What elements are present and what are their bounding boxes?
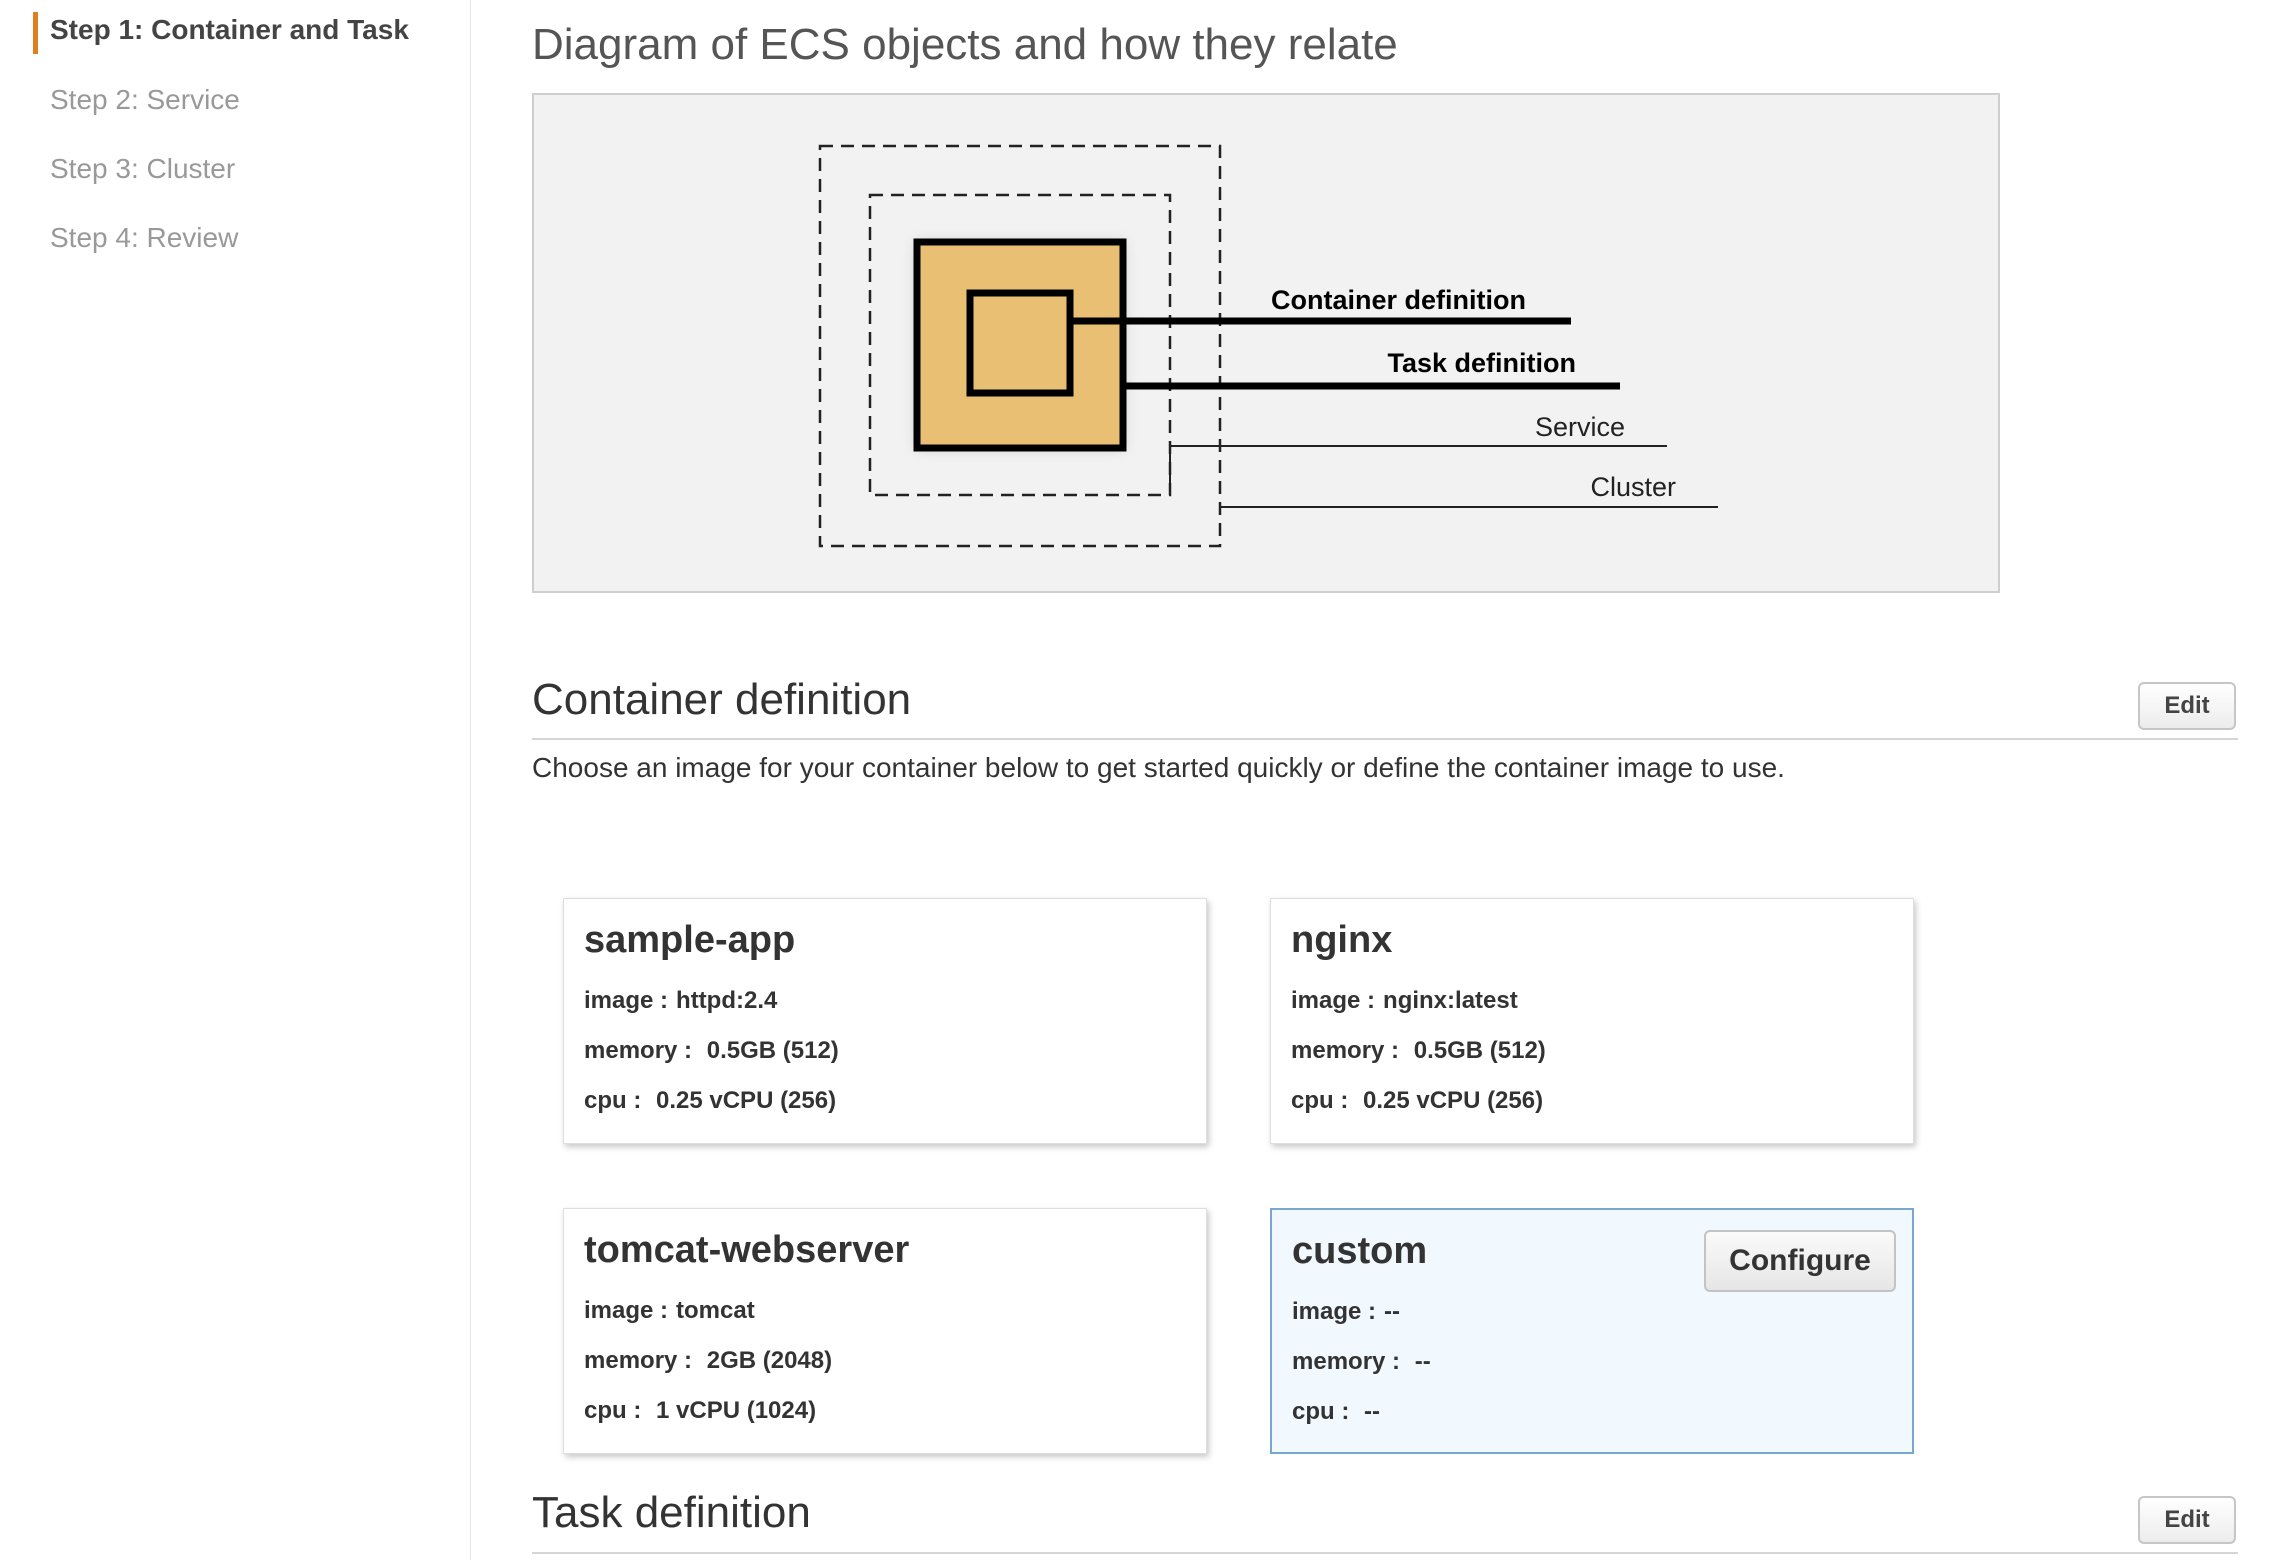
card-image-row: image : nginx:latest <box>1291 987 1518 1014</box>
label-service: Service <box>1535 412 1625 442</box>
active-step-marker <box>33 12 38 54</box>
card-title: sample-app <box>584 919 796 961</box>
wizard-step-nav: Step 1: Container and Task Step 2: Servi… <box>0 0 471 1560</box>
diagram-title: Diagram of ECS objects and how they rela… <box>532 20 1398 69</box>
card-cpu-row: cpu : 1 vCPU (1024) <box>584 1397 817 1424</box>
card-memory-row: memory : 0.5GB (512) <box>1291 1037 1546 1064</box>
ecs-diagram-svg: Container definition Task definition Ser… <box>818 144 1718 548</box>
card-memory-row: memory : 0.5GB (512) <box>584 1037 839 1064</box>
card-cpu-row: cpu : 0.25 vCPU (256) <box>1291 1087 1544 1114</box>
step-service[interactable]: Step 2: Service <box>50 84 240 116</box>
card-image-row: image : httpd:2.4 <box>584 987 778 1014</box>
task-definition-heading: Task definition <box>532 1488 811 1537</box>
container-definition-edit-button[interactable]: Edit <box>2138 682 2236 730</box>
image-card-nginx[interactable]: nginx image : nginx:latest memory : 0.5GB… <box>1270 898 1914 1144</box>
section-divider <box>532 738 2238 740</box>
label-container-definition: Container definition <box>1271 285 1526 315</box>
step-review[interactable]: Step 4: Review <box>50 222 238 254</box>
step-cluster[interactable]: Step 3: Cluster <box>50 153 235 185</box>
ecs-diagram: Container definition Task definition Ser… <box>532 93 2000 593</box>
card-title: tomcat-webserver <box>584 1229 910 1271</box>
card-title: custom <box>1292 1230 1428 1272</box>
container-definition-box <box>966 289 1074 397</box>
card-cpu-row: cpu : -- <box>1292 1398 1380 1425</box>
card-image-row: image : -- <box>1292 1298 1401 1325</box>
card-cpu-row: cpu : 0.25 vCPU (256) <box>584 1087 837 1114</box>
image-card-sample-app[interactable]: sample-app image : httpd:2.4 memory : 0.5… <box>563 898 1207 1144</box>
card-memory-row: memory : 2GB (2048) <box>584 1347 833 1374</box>
card-title: nginx <box>1291 919 1393 961</box>
container-definition-heading: Container definition <box>532 675 912 724</box>
card-memory-row: memory : -- <box>1292 1348 1431 1375</box>
image-card-tomcat-webserver[interactable]: tomcat-webserver image : tomcat memory : … <box>563 1208 1207 1454</box>
label-cluster: Cluster <box>1590 472 1676 502</box>
container-definition-intro: Choose an image for your container below… <box>532 752 1785 783</box>
card-image-row: image : tomcat <box>584 1297 755 1324</box>
image-card-custom[interactable]: custom Configure image : -- memory : -- c… <box>1270 1208 1914 1454</box>
section-divider <box>532 1552 2238 1554</box>
configure-button[interactable]: Configure <box>1704 1230 1896 1292</box>
label-task-definition: Task definition <box>1387 348 1576 378</box>
step-container-and-task[interactable]: Step 1: Container and Task <box>50 14 409 46</box>
task-definition-edit-button[interactable]: Edit <box>2138 1496 2236 1544</box>
